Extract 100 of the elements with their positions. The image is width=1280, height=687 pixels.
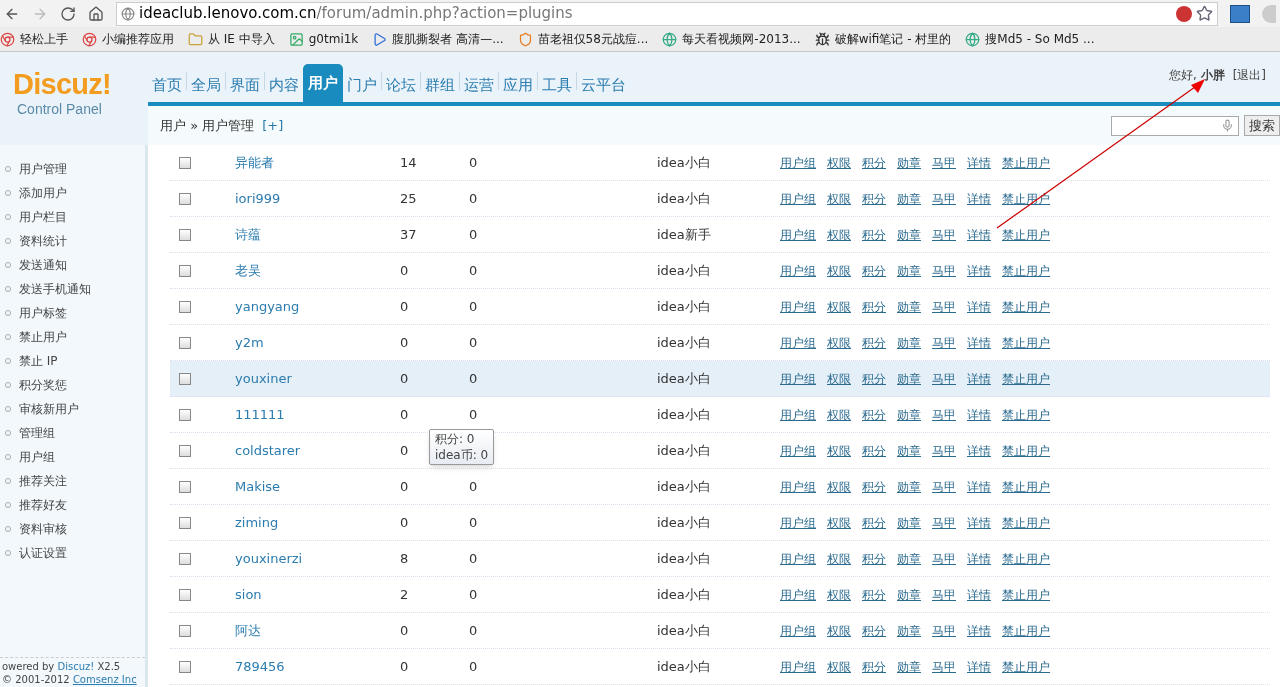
row-checkbox[interactable] [179,192,191,205]
search-field[interactable] [1111,115,1239,136]
row-checkbox[interactable] [179,156,191,169]
home-icon[interactable] [88,5,104,22]
action-link[interactable]: 详情 [967,153,991,172]
row-checkbox[interactable] [179,300,191,313]
action-link[interactable]: 用户组 [780,225,816,244]
action-link[interactable]: 勋章 [897,225,921,244]
action-link[interactable]: 权限 [827,585,851,604]
action-link[interactable]: 详情 [967,513,991,532]
action-link[interactable]: 马甲 [932,405,956,424]
username-link[interactable]: iori999 [235,190,281,206]
sidebar-item[interactable]: 用户管理 [0,157,145,181]
sidebar-item[interactable]: 资料审核 [0,517,145,541]
bookmark-item[interactable]: 苗老祖仅58元战痘... [517,30,649,48]
row-checkbox[interactable] [179,444,191,457]
action-link[interactable]: 马甲 [932,585,956,604]
action-link[interactable]: 马甲 [932,621,956,640]
action-link[interactable]: 马甲 [932,513,956,532]
action-link[interactable]: 勋章 [897,657,921,676]
sidebar-item[interactable]: 资料统计 [0,229,145,253]
sidebar-item[interactable]: 添加用户 [0,181,145,205]
action-link[interactable]: 积分 [862,657,886,676]
action-link[interactable]: 用户组 [780,189,816,208]
row-checkbox[interactable] [179,552,191,565]
nav-tab[interactable]: 应用 [499,68,537,102]
row-checkbox[interactable] [179,516,191,529]
username-link[interactable]: ziming [235,514,279,530]
action-link[interactable]: 禁止用户 [1002,189,1050,208]
action-link[interactable]: 禁止用户 [1002,333,1050,352]
sidebar-item[interactable]: 推荐关注 [0,469,145,493]
sidebar-item[interactable]: 管理组 [0,421,145,445]
action-link[interactable]: 用户组 [780,585,816,604]
action-link[interactable]: 详情 [967,369,991,388]
action-link[interactable]: 勋章 [897,153,921,172]
action-link[interactable]: 详情 [967,585,991,604]
action-link[interactable]: 马甲 [932,549,956,568]
sidebar-item[interactable]: 积分奖惩 [0,373,145,397]
username-link[interactable]: y2m [235,334,264,350]
action-link[interactable]: 禁止用户 [1002,657,1050,676]
window-icon[interactable] [1230,4,1250,23]
username-link[interactable]: yangyang [235,298,300,314]
action-link[interactable]: 积分 [862,225,886,244]
action-link[interactable]: 详情 [967,225,991,244]
row-checkbox[interactable] [179,480,191,493]
action-link[interactable]: 勋章 [897,333,921,352]
bookmark-item[interactable]: g0tmi1k [288,30,359,48]
action-link[interactable]: 马甲 [932,297,956,316]
action-link[interactable]: 详情 [967,297,991,316]
action-link[interactable]: 马甲 [932,261,956,280]
action-link[interactable]: 积分 [862,333,886,352]
username-link[interactable]: 111111 [235,406,285,422]
nav-tab[interactable]: 门户 [343,68,381,102]
action-link[interactable]: 权限 [827,297,851,316]
action-link[interactable]: 勋章 [897,261,921,280]
sidebar-item[interactable]: 禁止 IP [0,349,145,373]
action-link[interactable]: 积分 [862,585,886,604]
action-link[interactable]: 禁止用户 [1002,477,1050,496]
row-checkbox[interactable] [179,372,191,385]
action-link[interactable]: 详情 [967,261,991,280]
action-link[interactable]: 权限 [827,513,851,532]
bookmark-item[interactable]: 小编推荐应用 [82,30,174,48]
action-link[interactable]: 详情 [967,549,991,568]
action-link[interactable]: 禁止用户 [1002,405,1050,424]
action-link[interactable]: 积分 [862,297,886,316]
star-icon[interactable] [1196,5,1213,22]
username-link[interactable]: Makise [235,478,281,494]
nav-tab[interactable]: 运营 [460,68,498,102]
bookmark-item[interactable]: 搜Md5 - So Md5 ... [965,30,1095,48]
nav-tab[interactable]: 内容 [265,68,303,102]
sidebar-item[interactable]: 审核新用户 [0,397,145,421]
action-link[interactable]: 禁止用户 [1002,261,1050,280]
action-link[interactable]: 权限 [827,621,851,640]
reload-icon[interactable] [60,5,76,22]
action-link[interactable]: 权限 [827,189,851,208]
action-link[interactable]: 积分 [862,153,886,172]
action-link[interactable]: 权限 [827,549,851,568]
action-link[interactable]: 权限 [827,153,851,172]
action-link[interactable]: 勋章 [897,585,921,604]
row-checkbox[interactable] [179,336,191,349]
action-link[interactable]: 积分 [862,369,886,388]
action-link[interactable]: 积分 [862,621,886,640]
action-link[interactable]: 权限 [827,225,851,244]
sidebar-item[interactable]: 推荐好友 [0,493,145,517]
action-link[interactable]: 用户组 [780,477,816,496]
search-button[interactable]: 搜索 [1244,115,1280,136]
action-link[interactable]: 马甲 [932,189,956,208]
action-link[interactable]: 积分 [862,477,886,496]
row-checkbox[interactable] [179,660,191,673]
action-link[interactable]: 权限 [827,369,851,388]
action-link[interactable]: 详情 [967,621,991,640]
action-link[interactable]: 勋章 [897,369,921,388]
action-link[interactable]: 禁止用户 [1002,441,1050,460]
username-link[interactable]: youxinerzi [235,550,303,566]
bookmark-item[interactable]: 从 IE 中导入 [188,30,275,48]
action-link[interactable]: 禁止用户 [1002,513,1050,532]
action-link[interactable]: 权限 [827,333,851,352]
username-link[interactable]: coldstarer [235,442,301,458]
username-link[interactable]: 诗蕴 [235,226,261,242]
action-link[interactable]: 禁止用户 [1002,225,1050,244]
